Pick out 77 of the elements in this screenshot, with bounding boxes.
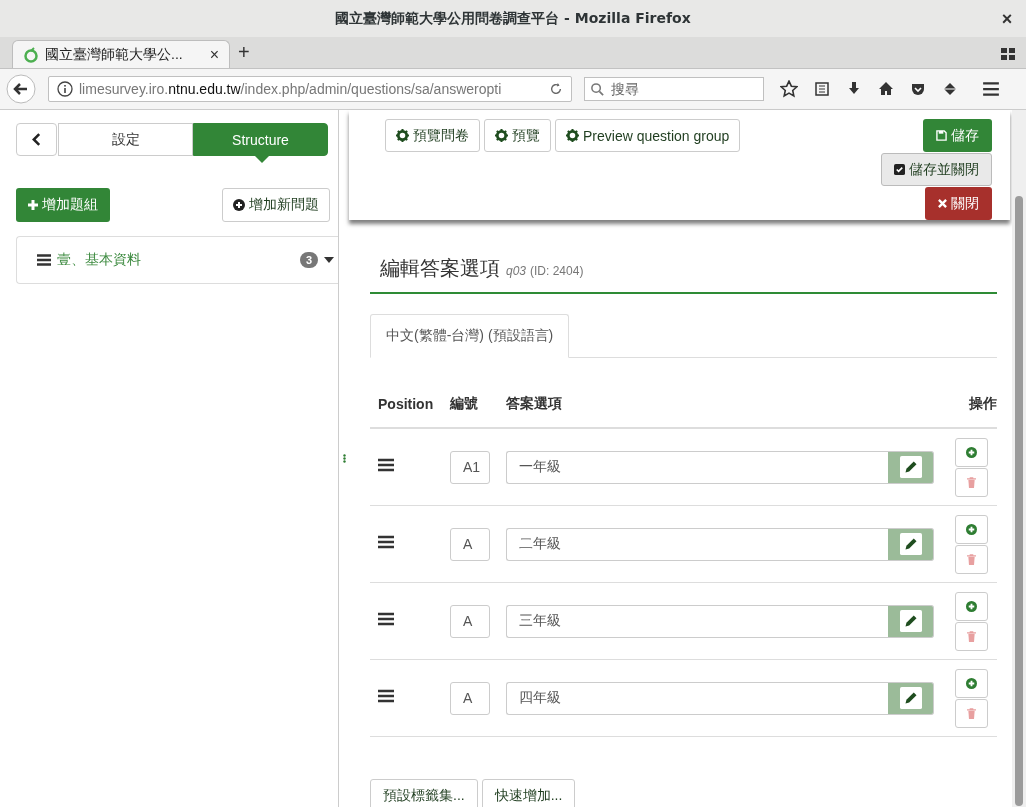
- menu-icon[interactable]: [982, 80, 1000, 98]
- menu-lines-icon: [37, 254, 51, 266]
- tab-pointer-icon: [254, 155, 270, 163]
- question-code: q03: [506, 264, 527, 278]
- chevron-left-icon: [32, 133, 41, 146]
- add-row-button[interactable]: [955, 668, 988, 698]
- column-header: 操作: [968, 395, 997, 413]
- extension-icon[interactable]: [942, 81, 958, 97]
- add-group-button[interactable]: 增加題組: [16, 188, 110, 222]
- question-id: (ID: 2404): [530, 264, 584, 278]
- info-icon: [57, 81, 73, 97]
- trash-icon: [967, 476, 976, 488]
- drag-handle-icon[interactable]: [378, 458, 394, 472]
- drag-handle-icon[interactable]: [378, 535, 394, 549]
- drag-handle-icon[interactable]: [378, 612, 394, 626]
- gear-icon: [495, 129, 508, 142]
- reload-icon[interactable]: [549, 82, 563, 96]
- url-text: limesurvey.iro.ntnu.edu.tw/index.php/admin/questions/sa/answeropti: [79, 81, 503, 97]
- back-button[interactable]: [16, 123, 57, 156]
- plus-circle-icon: [966, 446, 977, 458]
- code-field[interactable]: A: [450, 604, 490, 638]
- code-field[interactable]: A: [450, 681, 490, 715]
- search-field[interactable]: 搜尋: [584, 77, 764, 101]
- preview-button[interactable]: Preview question group: [555, 119, 741, 152]
- question-group-item[interactable]: 壹、基本資料 3: [17, 237, 338, 283]
- page-heading: 編輯答案選項: [380, 256, 500, 281]
- lime-icon: [23, 46, 39, 63]
- code-field[interactable]: A1: [450, 450, 490, 484]
- tab-close-button[interactable]: ×: [209, 45, 219, 64]
- trash-icon: [967, 630, 976, 642]
- reader-icon[interactable]: [814, 81, 830, 97]
- plus-circle-icon: [233, 199, 245, 211]
- trash-icon: [967, 707, 976, 719]
- plus-circle-icon: [966, 677, 977, 689]
- add-question-button[interactable]: 增加新問題: [222, 188, 330, 222]
- close-button[interactable]: 關閉: [925, 187, 992, 220]
- footer-button[interactable]: 預設標籤集...: [370, 779, 478, 807]
- home-icon[interactable]: [878, 81, 894, 97]
- trash-icon: [967, 553, 976, 565]
- star-icon[interactable]: [780, 80, 798, 98]
- window-title: 國立臺灣師範大學公用問卷調查平台 - Mozilla Firefox: [335, 9, 691, 28]
- new-tab-button[interactable]: +: [238, 41, 250, 64]
- footer-button[interactable]: 快速增加...: [481, 779, 576, 807]
- plus-circle-icon: [966, 600, 977, 612]
- group-label: 壹、基本資料: [57, 251, 141, 269]
- column-header: Position: [377, 396, 435, 412]
- pocket-icon[interactable]: [910, 81, 926, 97]
- preview-button[interactable]: 預覽問卷: [385, 119, 480, 152]
- sidebar-tab[interactable]: 設定: [58, 123, 193, 156]
- add-row-button[interactable]: [955, 591, 988, 621]
- floppy-icon: [936, 130, 947, 141]
- address-field[interactable]: limesurvey.iro.ntnu.edu.tw/index.php/admin/questions/sa/answeropti: [48, 76, 572, 102]
- language-tab[interactable]: 中文(繁體-台灣) (預設語言): [370, 314, 570, 358]
- drag-handle-icon[interactable]: [378, 689, 394, 703]
- add-row-button[interactable]: [955, 514, 988, 544]
- plus-circle-icon: [966, 523, 977, 535]
- column-header: 答案選項: [506, 395, 563, 413]
- search-icon: [590, 82, 605, 97]
- checkbox-icon: [894, 164, 905, 175]
- drag-handle-icon[interactable]: [342, 454, 346, 463]
- plus-icon: [28, 200, 38, 210]
- back-icon[interactable]: [6, 74, 36, 104]
- grid-icon[interactable]: [1000, 46, 1016, 62]
- close-icon: [938, 199, 947, 208]
- preview-button[interactable]: 預覽: [484, 119, 551, 152]
- save-and-close-button[interactable]: 儲存並關閉: [881, 153, 992, 186]
- browser-tab[interactable]: 國立臺灣師範大學公... ×: [12, 40, 230, 68]
- gear-icon: [566, 129, 579, 142]
- tab-title: 國立臺灣師範大學公...: [45, 45, 184, 64]
- close-button[interactable]: ×: [996, 8, 1018, 30]
- caret-icon[interactable]: [324, 257, 334, 263]
- code-field[interactable]: A: [450, 527, 490, 561]
- column-header: 編號: [450, 395, 479, 413]
- save-button[interactable]: 儲存: [923, 119, 992, 152]
- gear-icon: [396, 129, 409, 142]
- add-row-button[interactable]: [955, 437, 988, 467]
- count-badge: 3: [299, 252, 318, 268]
